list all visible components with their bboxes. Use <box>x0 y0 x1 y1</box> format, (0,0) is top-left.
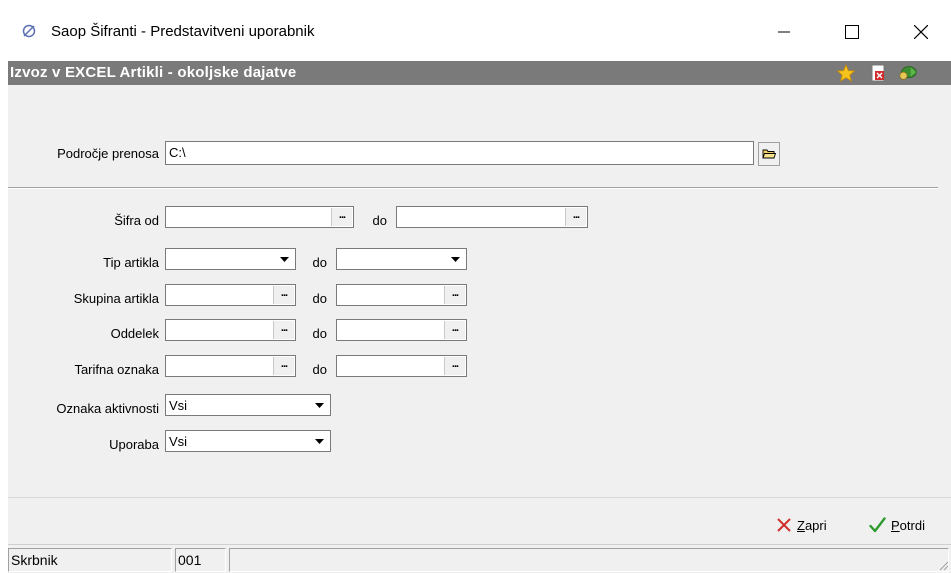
tip-label: Tip artikla <box>103 255 159 270</box>
sifra-to-lookup-button[interactable]: ... <box>565 208 586 226</box>
tarifna-from-input[interactable]: ... <box>165 355 296 377</box>
sifra-from-lookup-button[interactable]: ... <box>331 208 352 226</box>
close-button-label: Zapri <box>797 517 827 533</box>
close-icon <box>914 25 928 39</box>
oddelek-to-input[interactable]: ... <box>336 319 467 341</box>
sifra-to-input[interactable]: ... <box>396 206 588 228</box>
run-icon[interactable] <box>898 64 918 82</box>
window-title-bar: Saop Šifranti - Predstavitveni uporabnik <box>0 0 951 62</box>
checkmark-icon <box>869 517 886 533</box>
skupina-label: Skupina artikla <box>73 291 159 306</box>
tip-from-select[interactable] <box>165 248 296 270</box>
sifra-from-input[interactable]: ... <box>165 206 354 228</box>
confirm-button-label: Potrdi <box>891 517 925 533</box>
tarifna-label: Tarifna oznaka <box>74 362 159 377</box>
tarifna-to-label: do <box>312 362 327 377</box>
confirm-button[interactable]: Potrdi <box>869 515 925 535</box>
dropdown-arrow-icon <box>450 256 460 262</box>
close-document-icon[interactable] <box>868 64 888 82</box>
folder-open-icon <box>762 149 776 159</box>
skupina-from-lookup-button[interactable]: ... <box>273 286 294 304</box>
uporaba-select[interactable]: Vsi <box>165 430 331 452</box>
oddelek-from-lookup-button[interactable]: ... <box>273 321 294 339</box>
form-header-bar: Izvoz v EXCEL Artikli - okoljske dajatve <box>8 61 951 85</box>
oddelek-label: Oddelek <box>110 326 159 341</box>
tip-to-label: do <box>312 255 327 270</box>
sifra-label: Šifra od <box>114 213 159 228</box>
sifra-to-label: do <box>372 213 387 228</box>
maximize-button[interactable] <box>829 10 875 54</box>
oddelek-to-lookup-button[interactable]: ... <box>444 321 465 339</box>
tarifna-from-lookup-button[interactable]: ... <box>273 357 294 375</box>
browse-folder-button[interactable] <box>758 142 780 166</box>
uporaba-label: Uporaba <box>109 437 159 452</box>
transfer-path-input[interactable]: C:\ <box>165 141 754 165</box>
close-window-button[interactable] <box>898 10 944 54</box>
star-icon[interactable] <box>836 64 856 82</box>
transfer-path-label: Področje prenosa <box>57 146 159 161</box>
close-x-icon <box>777 518 791 532</box>
uporaba-dropdown-button[interactable] <box>309 432 329 450</box>
minimize-button[interactable] <box>761 10 807 54</box>
close-button[interactable]: Zapri <box>776 515 827 535</box>
status-user: Skrbnik <box>8 548 172 572</box>
status-code: 001 <box>175 548 226 572</box>
tip-from-dropdown-button[interactable] <box>274 250 294 268</box>
dropdown-arrow-icon <box>314 402 324 408</box>
aktivnost-select[interactable]: Vsi <box>165 394 331 416</box>
tip-to-select[interactable] <box>336 248 467 270</box>
tarifna-to-lookup-button[interactable]: ... <box>444 357 465 375</box>
dropdown-arrow-icon <box>279 256 289 262</box>
maximize-icon <box>845 25 859 39</box>
app-logo-icon <box>22 24 36 38</box>
aktivnost-dropdown-button[interactable] <box>309 396 329 414</box>
form-title: Izvoz v EXCEL Artikli - okoljske dajatve <box>10 64 297 81</box>
tip-to-dropdown-button[interactable] <box>445 250 465 268</box>
aktivnost-label: Oznaka aktivnosti <box>56 401 159 416</box>
window-title: Saop Šifranti - Predstavitveni uporabnik <box>51 23 315 40</box>
tarifna-to-input[interactable]: ... <box>336 355 467 377</box>
skupina-from-input[interactable]: ... <box>165 284 296 306</box>
dropdown-arrow-icon <box>314 438 324 444</box>
minimize-icon <box>778 31 790 33</box>
status-message <box>229 548 949 572</box>
section-divider <box>8 187 938 189</box>
status-bar: Skrbnik 001 <box>8 544 951 573</box>
oddelek-from-input[interactable]: ... <box>165 319 296 341</box>
oddelek-to-label: do <box>312 326 327 341</box>
resize-grip-icon[interactable] <box>937 559 949 571</box>
skupina-to-input[interactable]: ... <box>336 284 467 306</box>
skupina-to-lookup-button[interactable]: ... <box>444 286 465 304</box>
skupina-to-label: do <box>312 291 327 306</box>
